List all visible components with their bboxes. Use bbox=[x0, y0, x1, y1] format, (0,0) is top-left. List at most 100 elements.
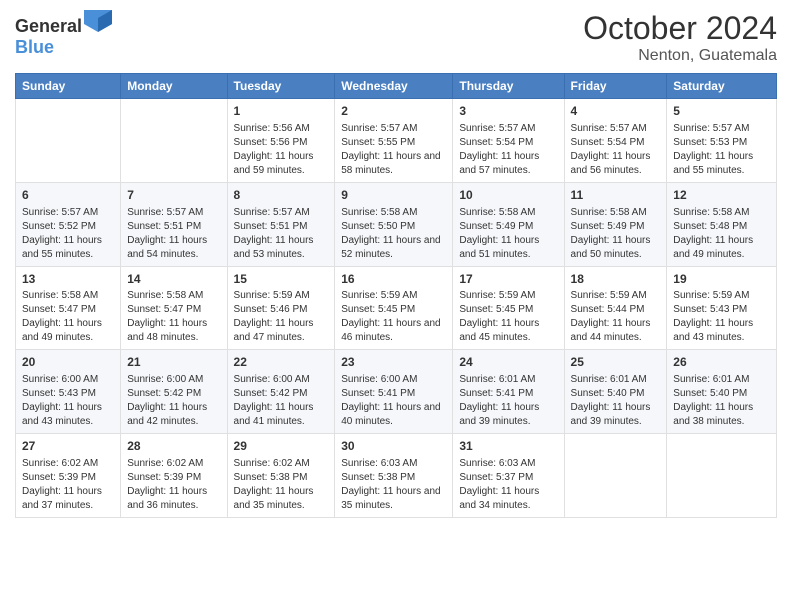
day-header: Monday bbox=[121, 74, 227, 99]
cell-content: Sunrise: 5:57 AMSunset: 5:52 PMDaylight:… bbox=[22, 206, 114, 262]
day-number: 17 bbox=[459, 271, 557, 288]
day-header: Friday bbox=[564, 74, 667, 99]
cell-content: Sunrise: 6:00 AMSunset: 5:42 PMDaylight:… bbox=[234, 373, 329, 429]
day-number: 27 bbox=[22, 438, 114, 455]
day-number: 13 bbox=[22, 271, 114, 288]
calendar-week-row: 20Sunrise: 6:00 AMSunset: 5:43 PMDayligh… bbox=[16, 350, 777, 434]
header: General Blue October 2024 Nenton, Guatem… bbox=[15, 10, 777, 65]
cell-content: Sunrise: 5:59 AMSunset: 5:45 PMDaylight:… bbox=[341, 289, 446, 345]
day-number: 29 bbox=[234, 438, 329, 455]
calendar-cell bbox=[16, 99, 121, 183]
cell-content: Sunrise: 5:59 AMSunset: 5:45 PMDaylight:… bbox=[459, 289, 557, 345]
calendar-cell: 28 Sunrise: 6:02 AMSunset: 5:39 PMDayligh… bbox=[121, 434, 227, 518]
cell-content: Sunrise: 6:03 AMSunset: 5:38 PMDaylight:… bbox=[341, 457, 446, 513]
calendar-week-row: 6 Sunrise: 5:57 AMSunset: 5:52 PMDaylight… bbox=[16, 182, 777, 266]
cell-content: Sunrise: 5:58 AMSunset: 5:48 PMDaylight:… bbox=[673, 206, 770, 262]
calendar-cell: 25 Sunrise: 6:01 AMSunset: 5:40 PMDayligh… bbox=[564, 350, 667, 434]
day-number: 4 bbox=[571, 103, 661, 120]
day-number: 30 bbox=[341, 438, 446, 455]
cell-content: Sunrise: 5:59 AMSunset: 5:44 PMDaylight:… bbox=[571, 289, 661, 345]
cell-content: Sunrise: 6:01 AMSunset: 5:40 PMDaylight:… bbox=[571, 373, 661, 429]
day-number: 31 bbox=[459, 438, 557, 455]
calendar-cell: 19Sunrise: 5:59 AMSunset: 5:43 PMDayligh… bbox=[667, 266, 777, 350]
calendar-cell: 29Sunrise: 6:02 AMSunset: 5:38 PMDayligh… bbox=[227, 434, 335, 518]
cell-content: Sunrise: 5:58 AMSunset: 5:49 PMDaylight:… bbox=[571, 206, 661, 262]
calendar-cell: 2 Sunrise: 5:57 AMSunset: 5:55 PMDaylight… bbox=[335, 99, 453, 183]
calendar-cell: 17Sunrise: 5:59 AMSunset: 5:45 PMDayligh… bbox=[453, 266, 564, 350]
day-number: 6 bbox=[22, 187, 114, 204]
calendar-cell: 31 Sunrise: 6:03 AMSunset: 5:37 PMDayligh… bbox=[453, 434, 564, 518]
cell-content: Sunrise: 5:58 AMSunset: 5:47 PMDaylight:… bbox=[127, 289, 220, 345]
calendar-cell: 22 Sunrise: 6:00 AMSunset: 5:42 PMDayligh… bbox=[227, 350, 335, 434]
calendar-week-row: 27 Sunrise: 6:02 AMSunset: 5:39 PMDayligh… bbox=[16, 434, 777, 518]
day-number: 15 bbox=[234, 271, 329, 288]
header-row: SundayMondayTuesdayWednesdayThursdayFrid… bbox=[16, 74, 777, 99]
cell-content: Sunrise: 5:57 AMSunset: 5:54 PMDaylight:… bbox=[459, 122, 557, 178]
day-number: 5 bbox=[673, 103, 770, 120]
day-number: 26 bbox=[673, 354, 770, 371]
calendar-cell: 10Sunrise: 5:58 AMSunset: 5:49 PMDayligh… bbox=[453, 182, 564, 266]
cell-content: Sunrise: 6:00 AMSunset: 5:42 PMDaylight:… bbox=[127, 373, 220, 429]
calendar-table: SundayMondayTuesdayWednesdayThursdayFrid… bbox=[15, 73, 777, 518]
day-number: 12 bbox=[673, 187, 770, 204]
calendar-cell: 5 Sunrise: 5:57 AMSunset: 5:53 PMDaylight… bbox=[667, 99, 777, 183]
cell-content: Sunrise: 5:58 AMSunset: 5:49 PMDaylight:… bbox=[459, 206, 557, 262]
cell-content: Sunrise: 6:02 AMSunset: 5:39 PMDaylight:… bbox=[127, 457, 220, 513]
day-number: 25 bbox=[571, 354, 661, 371]
cell-content: Sunrise: 5:57 AMSunset: 5:53 PMDaylight:… bbox=[673, 122, 770, 178]
calendar-cell: 8 Sunrise: 5:57 AMSunset: 5:51 PMDaylight… bbox=[227, 182, 335, 266]
calendar-cell: 18Sunrise: 5:59 AMSunset: 5:44 PMDayligh… bbox=[564, 266, 667, 350]
cell-content: Sunrise: 6:00 AMSunset: 5:41 PMDaylight:… bbox=[341, 373, 446, 429]
day-header: Saturday bbox=[667, 74, 777, 99]
day-header: Wednesday bbox=[335, 74, 453, 99]
logo-general: General bbox=[15, 16, 82, 36]
location: Nenton, Guatemala bbox=[583, 47, 777, 65]
cell-content: Sunrise: 5:57 AMSunset: 5:55 PMDaylight:… bbox=[341, 122, 446, 178]
cell-content: Sunrise: 5:58 AMSunset: 5:50 PMDaylight:… bbox=[341, 206, 446, 262]
cell-content: Sunrise: 5:56 AMSunset: 5:56 PMDaylight:… bbox=[234, 122, 329, 178]
day-header: Sunday bbox=[16, 74, 121, 99]
logo-icon bbox=[84, 10, 112, 32]
calendar-cell: 21Sunrise: 6:00 AMSunset: 5:42 PMDayligh… bbox=[121, 350, 227, 434]
calendar-cell: 13Sunrise: 5:58 AMSunset: 5:47 PMDayligh… bbox=[16, 266, 121, 350]
cell-content: Sunrise: 6:00 AMSunset: 5:43 PMDaylight:… bbox=[22, 373, 114, 429]
cell-content: Sunrise: 5:57 AMSunset: 5:51 PMDaylight:… bbox=[127, 206, 220, 262]
day-number: 11 bbox=[571, 187, 661, 204]
day-number: 22 bbox=[234, 354, 329, 371]
day-header: Thursday bbox=[453, 74, 564, 99]
day-number: 19 bbox=[673, 271, 770, 288]
cell-content: Sunrise: 6:01 AMSunset: 5:40 PMDaylight:… bbox=[673, 373, 770, 429]
calendar-cell bbox=[667, 434, 777, 518]
calendar-cell: 27Sunrise: 6:02 AMSunset: 5:39 PMDayligh… bbox=[16, 434, 121, 518]
calendar-cell: 6 Sunrise: 5:57 AMSunset: 5:52 PMDaylight… bbox=[16, 182, 121, 266]
day-number: 2 bbox=[341, 103, 446, 120]
logo: General Blue bbox=[15, 10, 112, 58]
calendar-cell: 1 Sunrise: 5:56 AMSunset: 5:56 PMDaylight… bbox=[227, 99, 335, 183]
calendar-cell: 7 Sunrise: 5:57 AMSunset: 5:51 PMDaylight… bbox=[121, 182, 227, 266]
calendar-cell: 20Sunrise: 6:00 AMSunset: 5:43 PMDayligh… bbox=[16, 350, 121, 434]
logo-blue: Blue bbox=[15, 37, 54, 57]
cell-content: Sunrise: 5:59 AMSunset: 5:46 PMDaylight:… bbox=[234, 289, 329, 345]
day-number: 1 bbox=[234, 103, 329, 120]
cell-content: Sunrise: 5:57 AMSunset: 5:54 PMDaylight:… bbox=[571, 122, 661, 178]
day-number: 28 bbox=[127, 438, 220, 455]
calendar-cell: 16Sunrise: 5:59 AMSunset: 5:45 PMDayligh… bbox=[335, 266, 453, 350]
cell-content: Sunrise: 5:59 AMSunset: 5:43 PMDaylight:… bbox=[673, 289, 770, 345]
day-number: 7 bbox=[127, 187, 220, 204]
calendar-cell: 9Sunrise: 5:58 AMSunset: 5:50 PMDaylight… bbox=[335, 182, 453, 266]
calendar-cell: 12 Sunrise: 5:58 AMSunset: 5:48 PMDayligh… bbox=[667, 182, 777, 266]
day-number: 16 bbox=[341, 271, 446, 288]
day-number: 3 bbox=[459, 103, 557, 120]
cell-content: Sunrise: 5:57 AMSunset: 5:51 PMDaylight:… bbox=[234, 206, 329, 262]
cell-content: Sunrise: 6:03 AMSunset: 5:37 PMDaylight:… bbox=[459, 457, 557, 513]
calendar-cell bbox=[564, 434, 667, 518]
calendar-cell: 15Sunrise: 5:59 AMSunset: 5:46 PMDayligh… bbox=[227, 266, 335, 350]
day-number: 18 bbox=[571, 271, 661, 288]
day-header: Tuesday bbox=[227, 74, 335, 99]
calendar-cell: 14Sunrise: 5:58 AMSunset: 5:47 PMDayligh… bbox=[121, 266, 227, 350]
calendar-week-row: 1 Sunrise: 5:56 AMSunset: 5:56 PMDaylight… bbox=[16, 99, 777, 183]
cell-content: Sunrise: 6:01 AMSunset: 5:41 PMDaylight:… bbox=[459, 373, 557, 429]
day-number: 8 bbox=[234, 187, 329, 204]
calendar-cell: 24Sunrise: 6:01 AMSunset: 5:41 PMDayligh… bbox=[453, 350, 564, 434]
calendar-cell: 11 Sunrise: 5:58 AMSunset: 5:49 PMDayligh… bbox=[564, 182, 667, 266]
